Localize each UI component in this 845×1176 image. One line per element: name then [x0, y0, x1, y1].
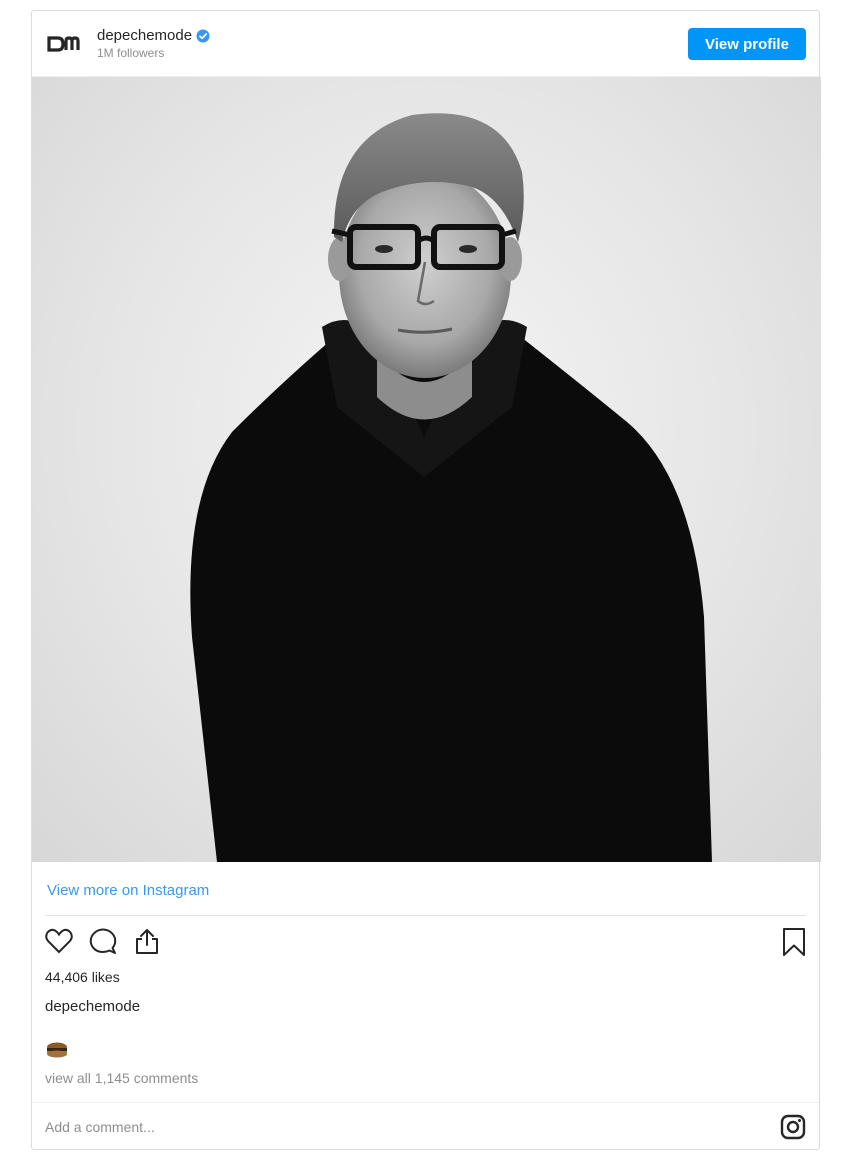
likes-count[interactable]: 44,406 likes — [45, 969, 120, 985]
portrait-image — [190, 113, 713, 862]
divider — [32, 1102, 819, 1103]
account-username[interactable]: depechemode — [97, 27, 192, 44]
instagram-embed-card: depechemode 1M followers View profile Vi… — [31, 10, 821, 1150]
comment-input[interactable] — [45, 1112, 725, 1142]
view-all-comments-link[interactable]: view all 1,145 comments — [45, 1070, 198, 1086]
heart-icon[interactable] — [44, 927, 74, 960]
share-icon[interactable] — [132, 927, 162, 960]
post-header: depechemode 1M followers View profile — [32, 11, 819, 77]
comment-icon[interactable] — [88, 927, 118, 960]
follower-count: 1M followers — [97, 46, 165, 60]
sandwich-emoji — [47, 1042, 67, 1058]
account-info: depechemode 1M followers — [97, 27, 210, 60]
caption-username[interactable]: depechemode — [45, 998, 140, 1015]
action-bar — [44, 927, 162, 960]
bookmark-icon[interactable] — [781, 927, 807, 962]
view-more-link[interactable]: View more on Instagram — [47, 882, 209, 899]
verified-badge-icon — [196, 29, 210, 42]
instagram-icon[interactable] — [780, 1114, 806, 1145]
username-row: depechemode — [97, 27, 210, 44]
post-photo[interactable] — [32, 77, 821, 862]
dm-logo[interactable] — [46, 31, 82, 57]
view-profile-button[interactable]: View profile — [688, 28, 806, 60]
divider — [45, 915, 806, 916]
